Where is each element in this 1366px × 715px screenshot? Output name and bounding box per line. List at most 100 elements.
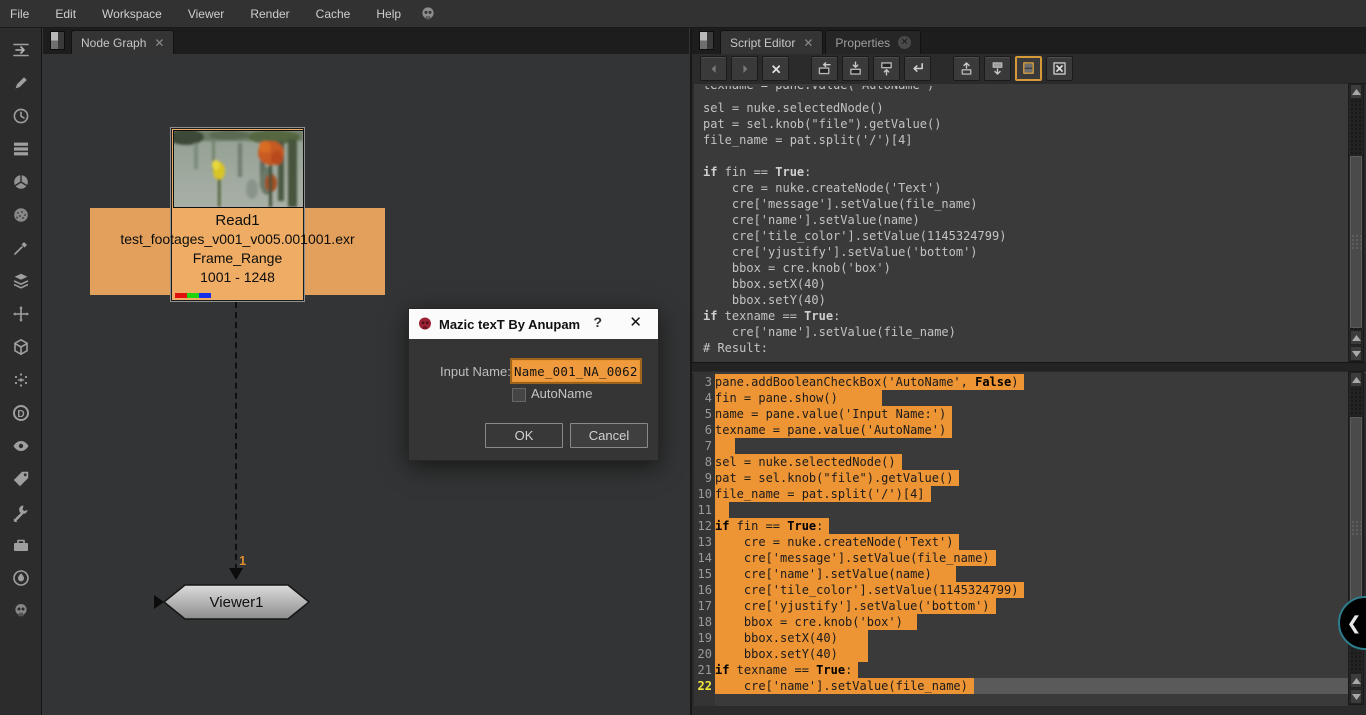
nuke-window: FileEditWorkspaceViewerRenderCacheHelp D… <box>0 0 1366 715</box>
close-icon[interactable]: ✕ <box>154 37 164 49</box>
viewer-node-label: Viewer1 <box>163 584 310 620</box>
code-line: texname = pane.value('AutoName') <box>715 422 1348 438</box>
show-both-button[interactable] <box>1015 56 1042 81</box>
tab-script-editor[interactable]: Script Editor ✕ <box>720 30 823 54</box>
clear-history-button[interactable] <box>762 56 789 81</box>
line-number: 9 <box>694 470 715 486</box>
scroll-up-button[interactable] <box>1350 372 1362 387</box>
script-output-pane[interactable]: texname = pane.value('AutoName') sel = nu… <box>693 83 1348 364</box>
channels-indicator <box>175 293 211 298</box>
output-line: bbox = cre.knob('box') <box>703 260 1348 276</box>
code-line: bbox.setX(40) <box>715 630 1348 646</box>
output-line: if texname == True: <box>703 308 1348 324</box>
line-number: 6 <box>694 422 715 438</box>
line-number: 15 <box>694 566 715 582</box>
text-caret <box>639 364 640 379</box>
metadata-icon[interactable] <box>6 464 36 493</box>
run-script-button[interactable] <box>904 56 931 81</box>
script-input-editor[interactable]: 345678910111213141516171819202122 pane.a… <box>693 371 1348 707</box>
scroll-up-button[interactable] <box>1350 84 1362 99</box>
dialog-title: Mazic texT By Anupam <box>439 317 580 332</box>
time-icon[interactable] <box>6 101 36 130</box>
scroll-down-button[interactable] <box>1350 689 1362 704</box>
menu-help[interactable]: Help <box>363 0 414 27</box>
read-node-name: Read1 <box>90 211 385 230</box>
keyer-icon[interactable] <box>6 233 36 262</box>
views-icon[interactable] <box>6 431 36 460</box>
show-input-only-button[interactable] <box>953 56 980 81</box>
output-line: cre['yjustify'].setValue('bottom') <box>703 244 1348 260</box>
menu-workspace[interactable]: Workspace <box>89 0 175 27</box>
code-line: cre['name'].setValue(name) <box>715 566 1348 582</box>
read-node-frame-range-values: 1001 - 1248 <box>90 268 385 287</box>
menu-viewer[interactable]: Viewer <box>175 0 237 27</box>
output-line: file_name = pat.split('/')[4] <box>703 132 1348 148</box>
color-icon[interactable] <box>6 167 36 196</box>
channel-icon[interactable] <box>6 134 36 163</box>
code-line: bbox.setY(40) <box>715 646 1348 662</box>
ok-button[interactable]: OK <box>485 423 563 448</box>
menubar: FileEditWorkspaceViewerRenderCacheHelp <box>0 0 1366 28</box>
dialog-help-button[interactable]: ? <box>593 314 602 330</box>
line-number: 22 <box>694 678 715 694</box>
scroll-up-button[interactable] <box>1350 673 1362 688</box>
dialog-titlebar[interactable]: Mazic texT By Anupam ? ✕ <box>409 309 658 339</box>
load-script-button[interactable] <box>842 56 869 81</box>
script-editor-panel: Script Editor ✕ Properties ✕ texname = p… <box>690 27 1366 715</box>
prev-script-button[interactable] <box>700 56 727 81</box>
line-number: 3 <box>694 374 715 390</box>
line-number: 14 <box>694 550 715 566</box>
tab-node-graph[interactable]: Node Graph ✕ <box>71 30 174 54</box>
draw-icon[interactable] <box>6 68 36 97</box>
line-number: 7 <box>694 438 715 454</box>
output-line: cre['name'].setValue(file_name) <box>703 324 1348 340</box>
plugin-flame-icon[interactable] <box>6 563 36 592</box>
output-line-clipped: texname = pane.value('AutoName') <box>703 86 1348 94</box>
clear-input-button[interactable] <box>1046 56 1073 81</box>
read-node-frame-range-label: Frame_Range <box>90 249 385 268</box>
image-icon[interactable] <box>6 35 36 64</box>
transform-icon[interactable] <box>6 299 36 328</box>
scroll-down-button[interactable] <box>1350 346 1362 361</box>
output-scrollbar[interactable] <box>1348 83 1364 362</box>
close-icon[interactable]: ✕ <box>898 36 911 49</box>
read-node-thumbnail <box>173 130 304 208</box>
source-script-button[interactable] <box>811 56 838 81</box>
filter-icon[interactable] <box>6 200 36 229</box>
line-number: 18 <box>694 614 715 630</box>
menu-cache[interactable]: Cache <box>303 0 364 27</box>
skull-menu-icon[interactable] <box>420 6 436 22</box>
menu-render[interactable]: Render <box>237 0 302 27</box>
tab-script-editor-label: Script Editor <box>730 36 795 50</box>
menu-edit[interactable]: Edit <box>42 0 89 27</box>
other-icon[interactable] <box>6 530 36 559</box>
particles-icon[interactable] <box>6 365 36 394</box>
threed-icon[interactable] <box>6 332 36 361</box>
scroll-thumb[interactable] <box>1350 156 1362 328</box>
cancel-button[interactable]: Cancel <box>570 423 648 448</box>
code-line: bbox = cre.knob('box') <box>715 614 1348 630</box>
toolsets-icon[interactable] <box>6 497 36 526</box>
scroll-up-button[interactable] <box>1350 330 1362 345</box>
tab-properties[interactable]: Properties ✕ <box>825 30 921 54</box>
input-scrollbar[interactable] <box>1348 371 1364 705</box>
next-script-button[interactable] <box>731 56 758 81</box>
output-line: sel = nuke.selectedNode() <box>703 100 1348 116</box>
show-output-only-button[interactable] <box>984 56 1011 81</box>
output-line: bbox.setY(40) <box>703 292 1348 308</box>
menu-file[interactable]: File <box>0 0 42 27</box>
deep-icon[interactable]: D <box>6 398 36 427</box>
pane-menu-icon[interactable] <box>699 31 714 50</box>
skull-icon[interactable] <box>6 596 36 625</box>
close-icon[interactable]: ✕ <box>803 37 813 49</box>
pane-menu-icon[interactable] <box>50 31 65 50</box>
merge-icon[interactable] <box>6 266 36 295</box>
input-name-field[interactable]: Name_001_NA_0062 <box>510 358 642 384</box>
dialog-close-button[interactable]: ✕ <box>629 313 642 331</box>
connection-input-label: 1 <box>239 553 246 568</box>
save-script-button[interactable] <box>873 56 900 81</box>
code-line: cre['name'].setValue(file_name) <box>715 678 1348 694</box>
autoname-checkbox[interactable] <box>512 388 526 402</box>
node-graph-tabbar: Node Graph ✕ <box>43 27 689 54</box>
input-name-label: Input Name: <box>440 364 511 379</box>
